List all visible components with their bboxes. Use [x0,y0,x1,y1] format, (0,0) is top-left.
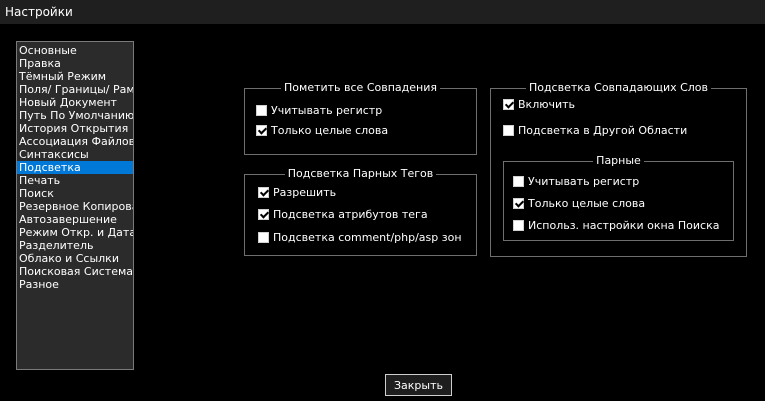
category-item[interactable]: Облако и Ссылки [17,252,133,265]
checkbox-label: Разрешить [273,186,337,199]
category-item[interactable]: Печать [17,174,133,187]
category-item[interactable]: Подсветка [17,161,133,174]
matching-whole-word-checkbox[interactable]: Только целые слова [513,197,645,210]
category-item[interactable]: Основные [17,44,133,57]
window-title: Настройки [5,5,73,19]
checkbox-box[interactable] [256,105,267,116]
checkbox-box[interactable] [258,209,269,220]
checkbox-label: Только целые слова [271,124,389,137]
category-item[interactable]: Резервное Копирование [17,200,133,213]
smart-highlight-other-view-checkbox[interactable]: Подсветка в Другой Области [503,124,687,137]
category-item[interactable]: Синтаксисы [17,148,133,161]
category-item[interactable]: Новый Документ [17,96,133,109]
checkbox-box[interactable] [258,187,269,198]
checkbox-box[interactable] [258,232,269,243]
checkbox-box[interactable] [503,125,514,136]
title-bar: Настройки [0,0,765,24]
tag-match-enable-checkbox[interactable]: Разрешить [258,186,336,199]
category-item[interactable]: Путь По Умолчанию [17,109,133,122]
category-list[interactable]: Основные Правка Тёмный Режим Поля/ Границы/… [16,41,134,370]
checkbox-box[interactable] [513,198,524,209]
category-item[interactable]: Поиск [17,187,133,200]
checkbox-label: Учитывать регистр [271,104,383,117]
category-item[interactable]: Тёмный Режим [17,70,133,83]
tag-php-zones-checkbox[interactable]: Подсветка comment/php/asp зон [258,231,462,244]
checkbox-box[interactable] [513,176,524,187]
category-item[interactable]: Режим Откр. и Дата [17,226,133,239]
checkbox-box[interactable] [503,99,514,110]
checkbox-label: Включить [518,98,576,111]
smart-highlight-title: Подсветка Совпадающих Слов [525,81,712,94]
tag-match-title: Подсветка Парных Тегов [284,167,437,180]
checkbox-label: Использ. настройки окна Поиска [528,219,720,232]
checkbox-label: Подсветка в Другой Области [518,124,688,137]
category-item[interactable]: Разделитель [17,239,133,252]
category-item[interactable]: Поля/ Границы/ Рамки [17,83,133,96]
close-button[interactable]: Закрыть [385,374,452,396]
matching-match-case-checkbox[interactable]: Учитывать регистр [513,175,639,188]
category-item[interactable]: История Открытия [17,122,133,135]
checkbox-label: Подсветка атрибутов тега [273,208,428,221]
checkbox-box[interactable] [513,220,524,231]
checkbox-label: Учитывать регистр [528,175,640,188]
checkbox-box[interactable] [256,125,267,136]
mark-all-group: Пометить все Совпадения [244,81,477,155]
matching-use-find-settings-checkbox[interactable]: Использ. настройки окна Поиска [513,219,719,232]
checkbox-label: Только целые слова [528,197,646,210]
mark-all-whole-word-checkbox[interactable]: Только целые слова [256,124,388,137]
matching-title: Парные [593,154,644,167]
category-item[interactable]: Поисковая Система [17,265,133,278]
category-item[interactable]: Разное [17,278,133,291]
smart-highlight-enable-checkbox[interactable]: Включить [503,98,575,111]
mark-all-match-case-checkbox[interactable]: Учитывать регистр [256,104,382,117]
category-item[interactable]: Автозавершение [17,213,133,226]
category-item[interactable]: Правка [17,57,133,70]
mark-all-title: Пометить все Совпадения [281,81,440,94]
category-item[interactable]: Ассоциация Файлов [17,135,133,148]
tag-attributes-checkbox[interactable]: Подсветка атрибутов тега [258,208,428,221]
checkbox-label: Подсветка comment/php/asp зон [273,231,462,244]
